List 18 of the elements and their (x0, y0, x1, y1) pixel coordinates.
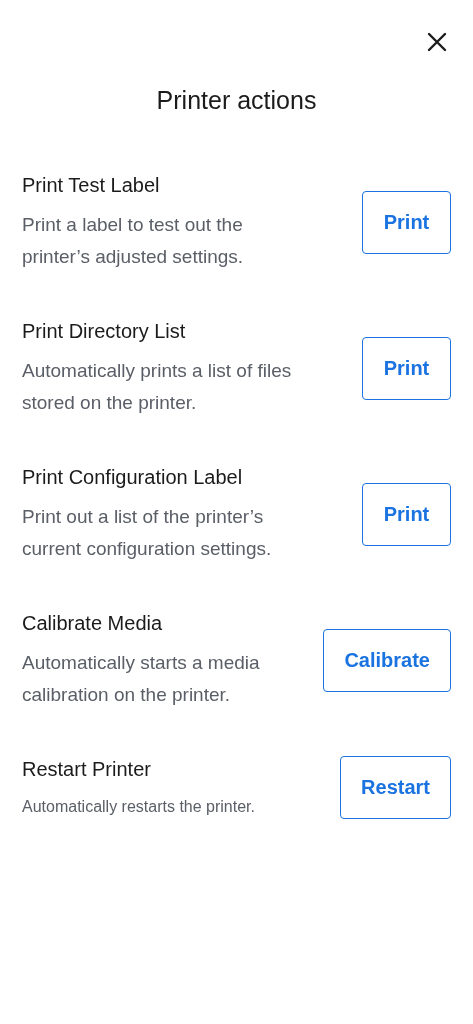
page-title: Printer actions (155, 86, 318, 115)
action-title: Print Test Label (22, 173, 161, 198)
close-icon (427, 32, 447, 52)
action-button[interactable]: Print (362, 190, 451, 254)
action-button[interactable]: Print (362, 482, 451, 546)
action-description: Print a label to test out the printer’s adjusted settings. (22, 213, 245, 269)
action-title: Restart Printer (22, 757, 152, 782)
action-description: Automatically starts a media calibration on the printer. (22, 651, 261, 707)
action-description: Automatically prints a list of files stored on the printer. (22, 359, 293, 415)
action-button[interactable]: Print (362, 336, 451, 400)
close-button[interactable] (427, 32, 447, 52)
action-title: Print Directory List (22, 319, 187, 344)
action-button[interactable]: Restart (340, 755, 451, 819)
action-title: Calibrate Media (22, 611, 164, 636)
action-button[interactable]: Calibrate (323, 628, 451, 692)
action-description: Automatically restarts the printer. (22, 797, 256, 817)
action-description: Print out a list of the printer’s current configuration settings. (22, 505, 273, 561)
action-title: Print Configuration Label (22, 465, 244, 490)
